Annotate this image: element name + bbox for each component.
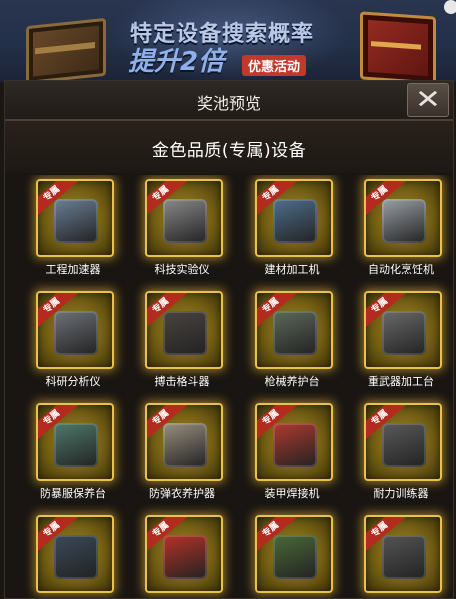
- reclining-chair-icon: [382, 535, 426, 579]
- item-card[interactable]: 专属: [364, 179, 442, 257]
- building-material-processor-icon: [273, 199, 317, 243]
- item-card[interactable]: 专属: [364, 291, 442, 369]
- riot-suit-maintenance-icon: [54, 423, 98, 467]
- military-tent-icon: [273, 535, 317, 579]
- prize-pool-modal: 奖池预览 ✕ 金色品质(专属)设备 专属 工程加速器 专属 科技实验仪 专属 建材加工机专…: [4, 80, 454, 599]
- item-grid[interactable]: 专属 工程加速器 专属 科技实验仪 专属 建材加工机 专属 自动化烹饪机 专属 科研分析仪 专属 搏击…: [5, 175, 453, 598]
- item-label: 重武器加工台: [368, 375, 434, 388]
- red-crate-icon: [360, 11, 436, 82]
- notification-dot: [444, 0, 456, 14]
- item-label: 自动化烹饪机: [368, 263, 434, 276]
- item-card[interactable]: 专属: [145, 179, 223, 257]
- monitor-console-icon: [54, 535, 98, 579]
- item-label: 搏击格斗器: [154, 375, 210, 388]
- item-label: 枪械养护台: [264, 375, 320, 388]
- wooden-crate-icon: [26, 17, 106, 82]
- section-title: 金色品质(专属)设备: [151, 141, 307, 161]
- item-card[interactable]: 专属: [255, 291, 333, 369]
- item-card[interactable]: 专属: [36, 515, 114, 593]
- item-card[interactable]: 专属: [36, 291, 114, 369]
- item-label: 工程加速器: [45, 263, 101, 276]
- promo-banner[interactable]: 特定设备搜索概率 提升2倍 优惠活动: [0, 0, 456, 82]
- treadmill-icon: [382, 423, 426, 467]
- item-card[interactable]: 专属: [145, 403, 223, 481]
- research-analyzer-icon: [54, 311, 98, 355]
- modal-header: 奖池预览 ✕: [5, 81, 453, 121]
- item-label: 防暴服保养台: [40, 487, 106, 500]
- banner-multiplier: 提升2倍: [128, 47, 225, 77]
- banner-tag: 优惠活动: [242, 55, 307, 76]
- close-button[interactable]: ✕: [407, 83, 449, 117]
- item-card[interactable]: 专属: [255, 179, 333, 257]
- item-card[interactable]: 专属: [145, 291, 223, 369]
- combat-training-dummy-icon: [163, 311, 207, 355]
- auto-cooking-machine-icon: [382, 199, 426, 243]
- item-label: 科研分析仪: [45, 375, 101, 388]
- item-card[interactable]: 专属: [36, 179, 114, 257]
- item-card[interactable]: 专属: [364, 403, 442, 481]
- item-label: 建材加工机: [264, 263, 320, 276]
- item-label: 防弹衣养护器: [149, 487, 215, 500]
- item-card[interactable]: 专属: [255, 403, 333, 481]
- gun-maintenance-table-icon: [273, 311, 317, 355]
- armor-welder-icon: [273, 423, 317, 467]
- bulletproof-vest-care-icon: [163, 423, 207, 467]
- modal-title: 奖池预览: [196, 94, 261, 113]
- item-label: 装甲焊接机: [264, 487, 320, 500]
- engineering-accelerator-icon: [54, 199, 98, 243]
- item-card[interactable]: 专属: [145, 515, 223, 593]
- fuel-pump-icon: [163, 535, 207, 579]
- heavy-weapon-workbench-icon: [382, 311, 426, 355]
- item-label: 耐力训练器: [373, 487, 429, 500]
- close-icon: ✕: [414, 85, 442, 115]
- item-label: 科技实验仪: [154, 263, 210, 276]
- item-card[interactable]: 专属: [255, 515, 333, 593]
- section-header: 金色品质(专属)设备: [5, 121, 453, 173]
- banner-title: 特定设备搜索概率: [130, 22, 315, 47]
- item-card[interactable]: 专属: [36, 403, 114, 481]
- tech-lab-instrument-icon: [163, 199, 207, 243]
- item-card[interactable]: 专属: [364, 515, 442, 593]
